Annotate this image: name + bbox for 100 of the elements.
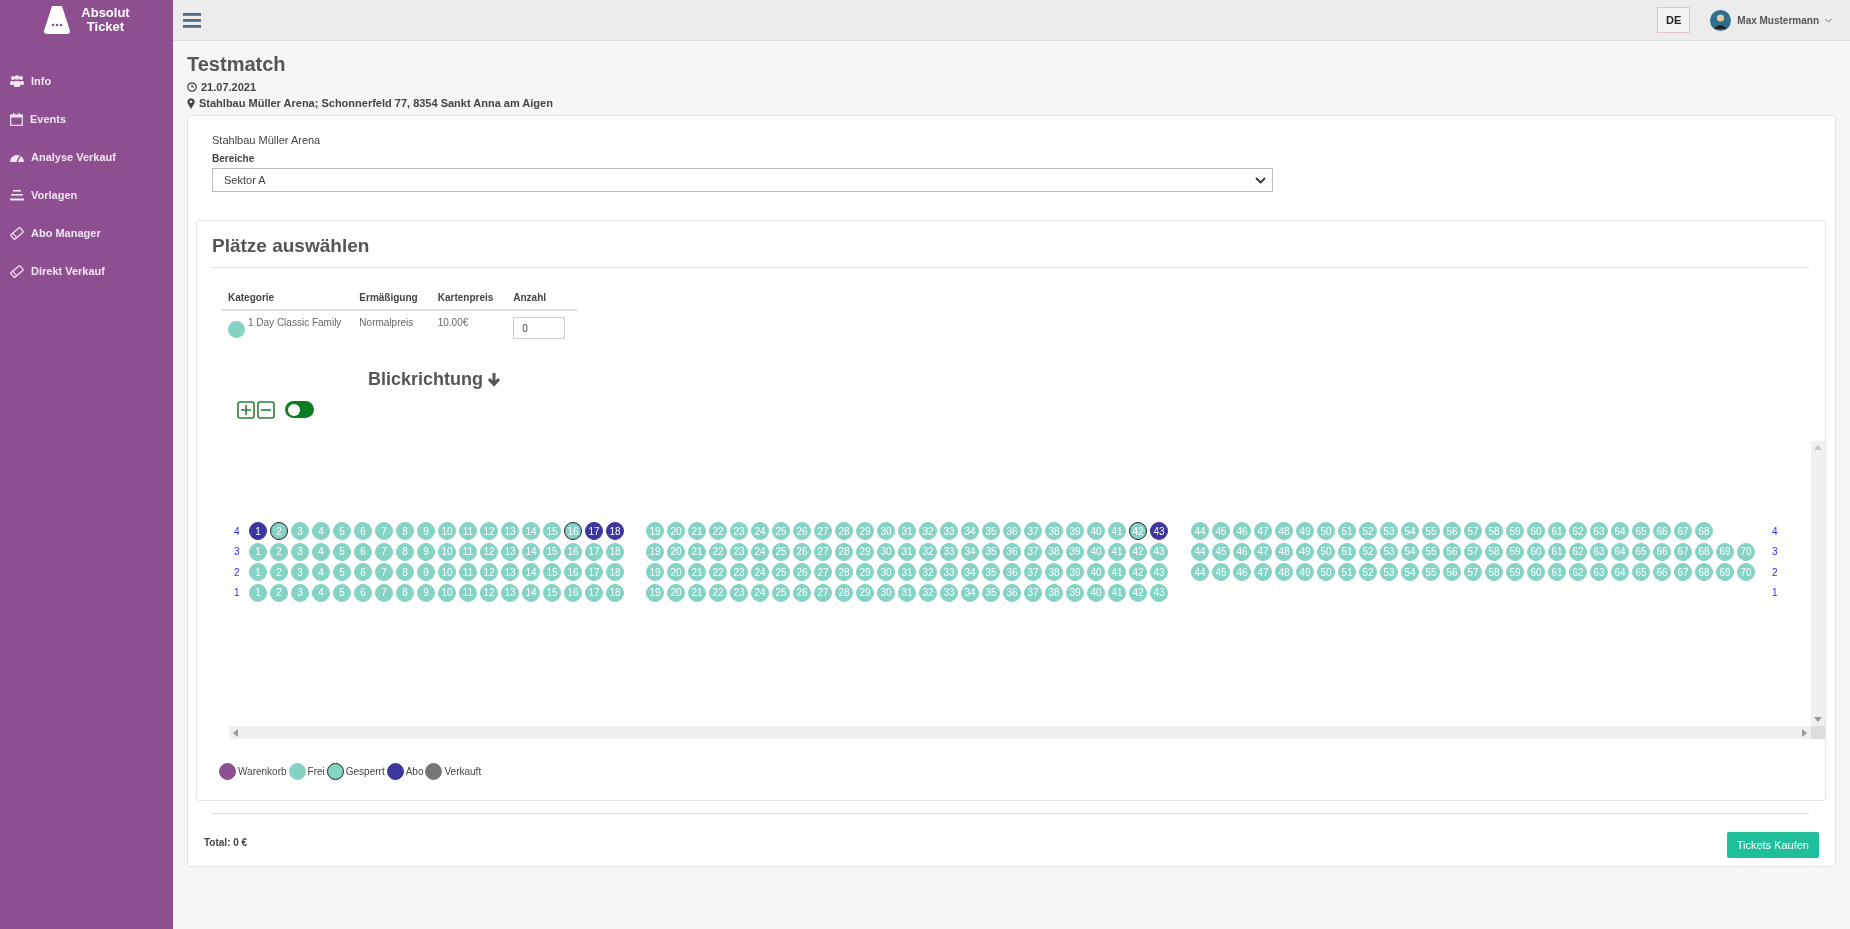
seat[interactable]: 46 [1233,563,1251,582]
seat[interactable]: 9 [417,583,435,602]
seat[interactable]: 2 [270,542,288,561]
seat[interactable]: 56 [1443,542,1461,561]
seat[interactable]: 46 [1233,542,1251,561]
seat[interactable]: 10 [438,583,456,602]
seat[interactable]: 58 [1485,563,1503,582]
seat[interactable]: 27 [814,563,832,582]
sidebar-item[interactable]: Analyse Verkauf [0,138,173,176]
toggle-switch[interactable] [285,401,314,418]
seat[interactable]: 1 [249,563,267,582]
seat[interactable]: 33 [940,522,958,541]
seat[interactable]: 44 [1191,522,1209,541]
seat[interactable]: 4 [312,542,330,561]
seat[interactable]: 15 [543,542,561,561]
seat[interactable]: 4 [312,563,330,582]
seat[interactable]: 37 [1024,583,1042,602]
seat[interactable]: 40 [1087,542,1105,561]
seat[interactable]: 20 [667,583,685,602]
seat[interactable]: 38 [1045,583,1063,602]
seat[interactable]: 11 [459,563,477,582]
seat[interactable]: 55 [1422,542,1440,561]
seat[interactable]: 2 [270,583,288,602]
seat[interactable]: 20 [667,542,685,561]
seat[interactable]: 16 [564,522,582,541]
seat[interactable]: 50 [1317,542,1335,561]
seat[interactable]: 26 [793,522,811,541]
seat[interactable]: 68 [1695,542,1713,561]
seat[interactable]: 8 [396,563,414,582]
seat[interactable]: 55 [1422,563,1440,582]
seat[interactable]: 21 [688,583,706,602]
seat[interactable]: 8 [396,542,414,561]
seat[interactable]: 23 [730,542,748,561]
seat[interactable]: 70 [1737,563,1755,582]
seat[interactable]: 40 [1087,563,1105,582]
seat[interactable]: 48 [1275,522,1293,541]
seat[interactable]: 41 [1108,563,1126,582]
seat[interactable]: 53 [1380,542,1398,561]
seat[interactable]: 64 [1611,542,1629,561]
seat[interactable]: 48 [1275,563,1293,582]
seat[interactable]: 65 [1632,563,1650,582]
seat[interactable]: 29 [856,583,874,602]
zoom-in-icon[interactable] [237,401,255,419]
seat[interactable]: 12 [480,542,498,561]
seat[interactable]: 41 [1108,542,1126,561]
seat[interactable]: 20 [667,522,685,541]
seat[interactable]: 70 [1737,542,1755,561]
seat[interactable]: 31 [898,563,916,582]
seat[interactable]: 2 [270,563,288,582]
seat[interactable]: 50 [1317,563,1335,582]
seat[interactable]: 41 [1108,583,1126,602]
seat[interactable]: 49 [1296,522,1314,541]
seat[interactable]: 45 [1212,522,1230,541]
seat[interactable]: 16 [564,542,582,561]
seat[interactable]: 4 [312,583,330,602]
seat[interactable]: 12 [480,583,498,602]
seat[interactable]: 29 [856,542,874,561]
seat[interactable]: 33 [940,583,958,602]
seat[interactable]: 32 [919,522,937,541]
seat[interactable]: 39 [1066,522,1084,541]
sidebar-item[interactable]: Direkt Verkauf [0,252,173,290]
seat[interactable]: 18 [606,583,624,602]
seat[interactable]: 67 [1674,522,1692,541]
seat[interactable]: 41 [1108,522,1126,541]
seat[interactable]: 53 [1380,522,1398,541]
seat[interactable]: 56 [1443,522,1461,541]
seat[interactable]: 42 [1129,542,1147,561]
seat[interactable]: 15 [543,522,561,541]
seat[interactable]: 3 [291,563,309,582]
seat[interactable]: 64 [1611,522,1629,541]
seat[interactable]: 61 [1548,563,1566,582]
seat[interactable]: 30 [877,542,895,561]
seat[interactable]: 11 [459,542,477,561]
scroll-up-icon[interactable] [1814,445,1822,450]
seat[interactable]: 7 [375,542,393,561]
seat[interactable]: 54 [1401,563,1419,582]
seat[interactable]: 29 [856,522,874,541]
seat[interactable]: 34 [961,563,979,582]
seat[interactable]: 1 [249,522,267,541]
seat[interactable]: 52 [1359,563,1377,582]
seat[interactable]: 6 [354,522,372,541]
seat[interactable]: 59 [1506,542,1524,561]
seat[interactable]: 42 [1129,583,1147,602]
seat[interactable]: 44 [1191,542,1209,561]
seat[interactable]: 46 [1233,522,1251,541]
seat[interactable]: 35 [982,563,1000,582]
seat[interactable]: 40 [1087,583,1105,602]
quantity-field[interactable]: 0 [513,317,566,339]
seat[interactable]: 42 [1129,563,1147,582]
seat[interactable]: 39 [1066,583,1084,602]
seat[interactable]: 19 [646,522,664,541]
seat[interactable]: 31 [898,542,916,561]
seat[interactable]: 64 [1611,563,1629,582]
seat[interactable]: 63 [1590,563,1608,582]
seat[interactable]: 18 [606,542,624,561]
seat[interactable]: 33 [940,563,958,582]
seat[interactable]: 30 [877,563,895,582]
seat[interactable]: 26 [793,583,811,602]
seat[interactable]: 44 [1191,563,1209,582]
seat[interactable]: 20 [667,563,685,582]
